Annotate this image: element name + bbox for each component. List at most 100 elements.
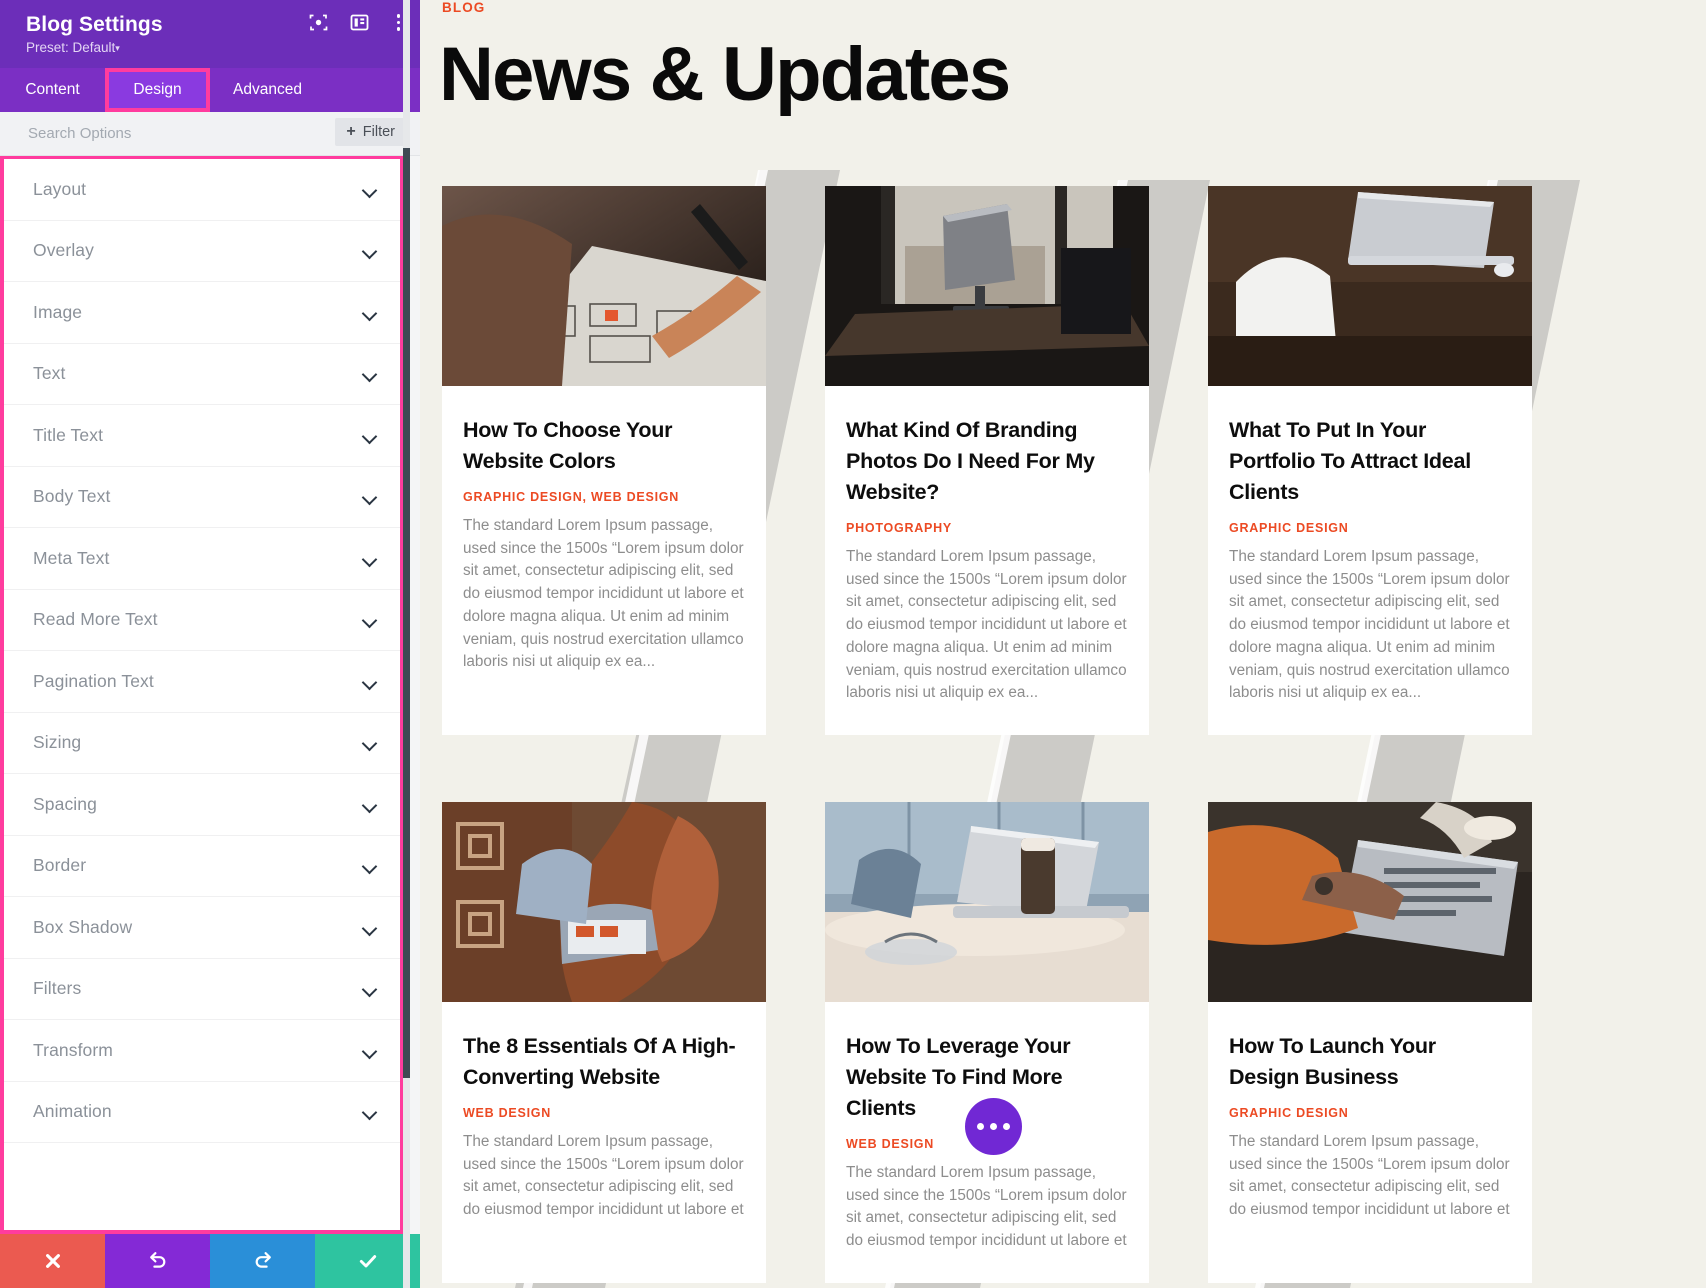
chevron-down-icon[interactable] — [363, 308, 378, 317]
option-group-transform[interactable]: Transform — [4, 1020, 400, 1082]
post-title[interactable]: How To Choose Your Website Colors — [463, 415, 745, 477]
option-group-text[interactable]: Text — [4, 343, 400, 405]
post-category[interactable]: GRAPHIC DESIGN — [1229, 521, 1511, 535]
option-group-label: Title Text — [33, 424, 104, 445]
option-group-label: Spacing — [33, 793, 97, 814]
blog-eyebrow: BLOG — [442, 0, 486, 15]
chevron-down-icon[interactable] — [363, 431, 378, 440]
blog-settings-panel: Blog Settings Preset: Default▾ Content D… — [0, 0, 420, 1288]
design-options-list: Layout Overlay Image Text Title Text Body Tex… — [0, 156, 404, 1234]
options-fab[interactable] — [965, 1098, 1022, 1155]
post-category[interactable]: GRAPHIC DESIGN, WEB DESIGN — [463, 490, 745, 504]
undo-button[interactable] — [105, 1234, 210, 1288]
post-category[interactable]: WEB DESIGN — [463, 1106, 745, 1120]
option-group-scroll[interactable]: Layout Overlay Image Text Title Text Body Tex… — [4, 159, 400, 1230]
option-group-border[interactable]: Border — [4, 835, 400, 897]
option-group-sizing[interactable]: Sizing — [4, 712, 400, 774]
option-group-title-text[interactable]: Title Text — [4, 405, 400, 467]
panel-scrollbar-thumb[interactable] — [403, 148, 410, 1078]
chevron-down-icon[interactable] — [363, 1046, 378, 1055]
option-group-label: Meta Text — [33, 547, 110, 568]
filter-button[interactable]: + Filter — [335, 118, 409, 146]
blog-post-card[interactable]: How To Leverage Your Website To Find Mor… — [825, 801, 1149, 1283]
tab-advanced[interactable]: Advanced — [210, 68, 325, 112]
chevron-down-icon[interactable] — [363, 1107, 378, 1116]
option-group-label: Sizing — [33, 732, 82, 753]
option-group-label: Layout — [33, 178, 87, 199]
post-category[interactable]: GRAPHIC DESIGN — [1229, 1106, 1511, 1120]
post-body: What Kind Of Branding Photos Do I Need F… — [825, 386, 1149, 735]
post-title[interactable]: What Kind Of Branding Photos Do I Need F… — [846, 415, 1128, 508]
option-group-label: Image — [33, 301, 83, 322]
option-group-label: Box Shadow — [33, 916, 133, 937]
discard-button[interactable] — [0, 1234, 105, 1288]
chevron-down-icon[interactable] — [363, 554, 378, 563]
post-featured-image[interactable] — [442, 801, 766, 1002]
blog-preview: BLOG News & Updates How To Choose Your W… — [420, 0, 1706, 1288]
panel-header: Blog Settings Preset: Default▾ — [0, 0, 420, 68]
option-group-layout[interactable]: Layout — [4, 159, 400, 221]
blog-post-card[interactable]: What To Put In Your Portfolio To Attract… — [1208, 186, 1532, 735]
post-excerpt: The standard Lorem Ipsum passage, used s… — [463, 517, 744, 671]
chevron-down-icon[interactable] — [363, 369, 378, 378]
chevron-down-icon[interactable] — [363, 492, 378, 501]
chevron-down-icon[interactable] — [363, 800, 378, 809]
option-group-image[interactable]: Image — [4, 282, 400, 344]
chevron-down-icon[interactable] — [363, 615, 378, 624]
post-excerpt: The standard Lorem Ipsum passage, used s… — [1229, 1132, 1510, 1219]
panel-layout-icon[interactable] — [350, 13, 369, 32]
focus-icon[interactable] — [309, 13, 328, 32]
redo-button[interactable] — [210, 1234, 315, 1288]
preset-selector[interactable]: Preset: Default▾ — [26, 40, 400, 57]
post-category[interactable]: PHOTOGRAPHY — [846, 521, 1128, 535]
post-excerpt: The standard Lorem Ipsum passage, used s… — [846, 548, 1127, 702]
post-body: How To Launch Your Design Business GRAPHI… — [1208, 1002, 1532, 1252]
option-group-label: Pagination Text — [33, 670, 154, 691]
chevron-down-icon[interactable] — [363, 677, 378, 686]
option-group-read-more-text[interactable]: Read More Text — [4, 589, 400, 651]
chevron-down-icon[interactable] — [363, 185, 378, 194]
post-title[interactable]: What To Put In Your Portfolio To Attract… — [1229, 415, 1511, 508]
option-group-label: Text — [33, 363, 66, 384]
post-title[interactable]: The 8 Essentials Of A High-Converting We… — [463, 1031, 745, 1093]
blog-post-card[interactable]: What Kind Of Branding Photos Do I Need F… — [825, 186, 1149, 735]
blog-post-card[interactable]: How To Choose Your Website Colors GRAPHIC… — [442, 186, 766, 735]
tab-content[interactable]: Content — [0, 68, 105, 112]
chevron-down-icon[interactable] — [363, 738, 378, 747]
blog-post-card[interactable]: The 8 Essentials Of A High-Converting We… — [442, 801, 766, 1283]
post-featured-image[interactable] — [825, 186, 1149, 386]
plus-icon: + — [346, 123, 356, 140]
post-featured-image[interactable] — [442, 186, 766, 386]
chevron-down-icon[interactable] — [363, 923, 378, 932]
chevron-down-icon[interactable] — [363, 861, 378, 870]
post-excerpt: The standard Lorem Ipsum passage, used s… — [1229, 548, 1510, 702]
blog-heading: News & Updates — [439, 32, 1011, 117]
option-group-filters[interactable]: Filters — [4, 958, 400, 1020]
chevron-down-icon[interactable] — [363, 984, 378, 993]
post-body: How To Choose Your Website Colors GRAPHIC… — [442, 386, 766, 704]
option-group-animation[interactable]: Animation — [4, 1081, 400, 1143]
option-group-meta-text[interactable]: Meta Text — [4, 528, 400, 590]
post-body: What To Put In Your Portfolio To Attract… — [1208, 386, 1532, 735]
post-featured-image[interactable] — [1208, 186, 1532, 386]
option-group-spacing[interactable]: Spacing — [4, 774, 400, 836]
option-group-overlay[interactable]: Overlay — [4, 220, 400, 282]
option-group-pagination-text[interactable]: Pagination Text — [4, 651, 400, 713]
blog-post-card[interactable]: How To Launch Your Design Business GRAPHI… — [1208, 801, 1532, 1283]
chevron-down-icon[interactable] — [363, 246, 378, 255]
option-group-body-text[interactable]: Body Text — [4, 466, 400, 528]
chevron-down-icon: ▾ — [115, 43, 120, 53]
post-featured-image[interactable] — [825, 801, 1149, 1002]
filter-button-label: Filter — [362, 124, 395, 140]
option-group-label: Read More Text — [33, 609, 158, 630]
post-title[interactable]: How To Launch Your Design Business — [1229, 1031, 1511, 1093]
option-group-box-shadow[interactable]: Box Shadow — [4, 897, 400, 959]
preset-label: Preset: Default — [26, 40, 116, 55]
post-excerpt: The standard Lorem Ipsum passage, used s… — [846, 1163, 1127, 1250]
panel-action-bar — [0, 1234, 420, 1288]
search-input[interactable] — [0, 125, 300, 142]
tab-design[interactable]: Design — [105, 68, 210, 112]
option-group-label: Body Text — [33, 486, 111, 507]
option-group-label: Overlay — [33, 240, 94, 261]
post-featured-image[interactable] — [1208, 801, 1532, 1002]
